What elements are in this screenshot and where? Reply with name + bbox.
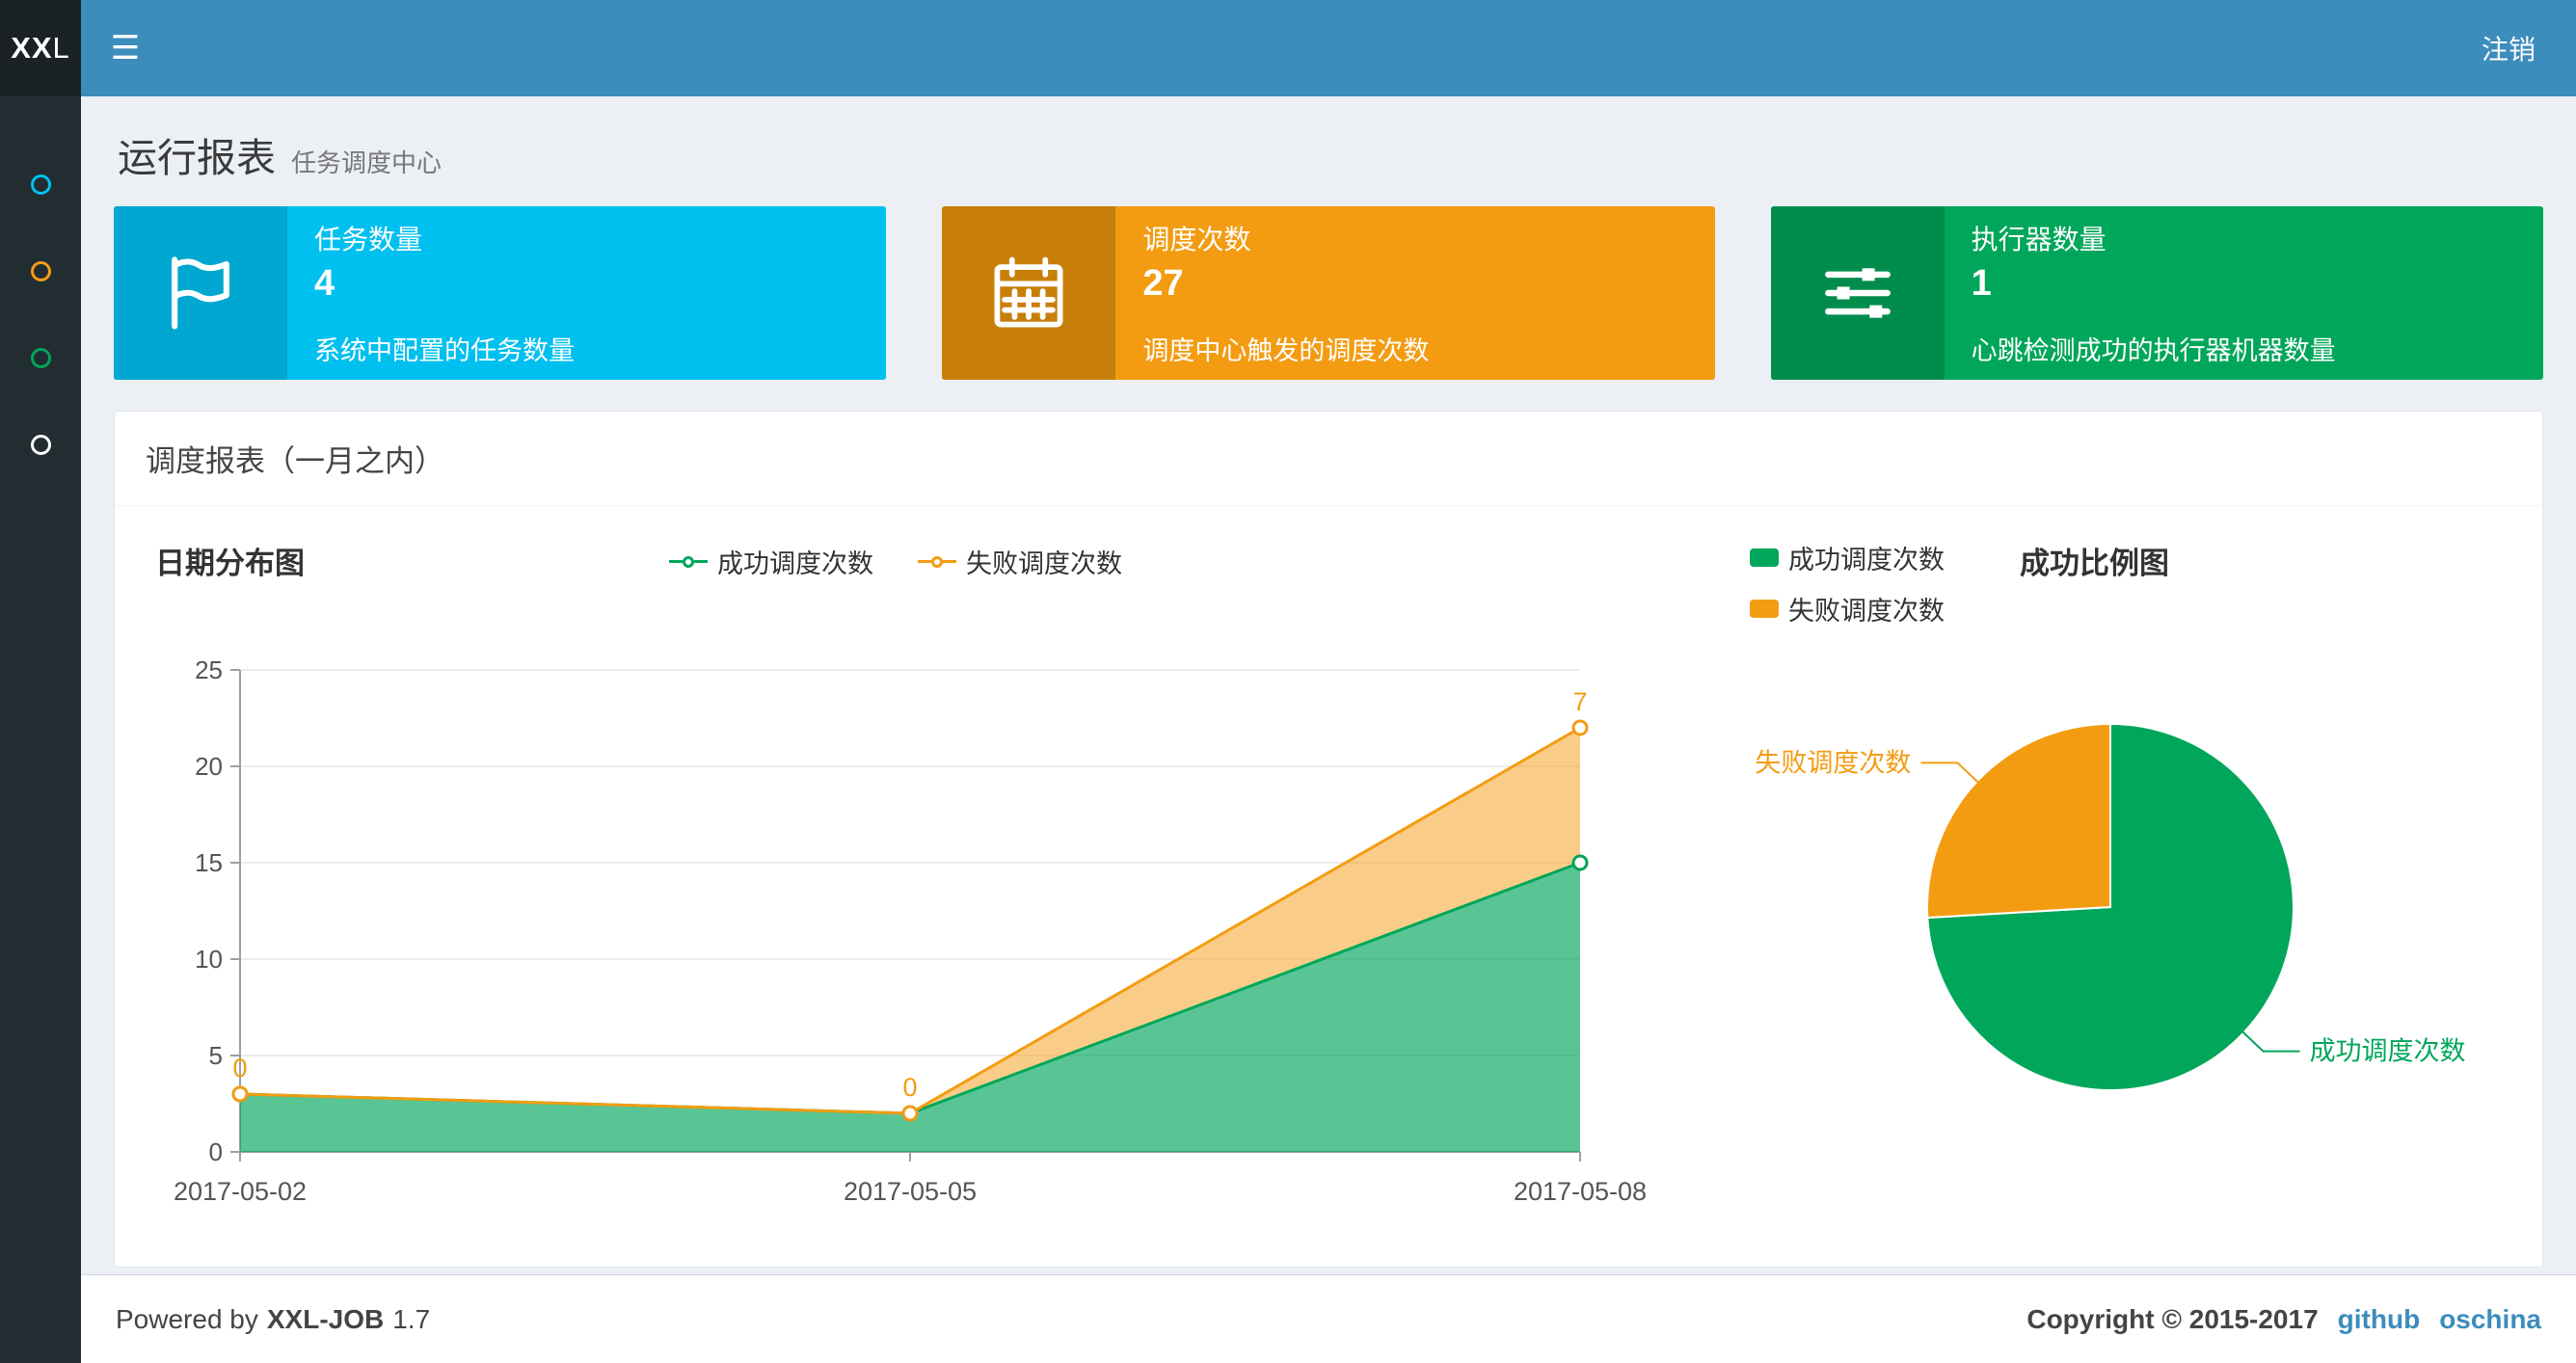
info-box-content: 调度次数 27 调度中心触发的调度次数 (1115, 206, 1714, 380)
info-box-content: 任务数量 4 系统中配置的任务数量 (287, 206, 886, 380)
panel-body: 日期分布图 成功调度次数 失败调度次数 0 5 10 15 20 25 2017… (115, 506, 2542, 1267)
circle-o-icon (30, 347, 51, 368)
page-subtitle: 任务调度中心 (291, 148, 443, 177)
sliders-icon (1770, 206, 1945, 380)
line-chart-legend: 成功调度次数 失败调度次数 (144, 543, 1648, 580)
legend-item-success[interactable]: 成功调度次数 (669, 543, 873, 580)
copyright-text: Copyright © 2015-2017 (2026, 1303, 2319, 1334)
logo-bold: XX (11, 31, 53, 65)
svg-text:10: 10 (195, 945, 223, 974)
powered-by: Powered by XXL-JOB 1.7 (116, 1304, 430, 1335)
line-chart-header: 日期分布图 成功调度次数 失败调度次数 (144, 531, 1648, 612)
legend-label: 成功调度次数 (717, 549, 873, 578)
info-box-value: 1 (1971, 263, 1992, 304)
copyright: Copyright © 2015-2017 github oschina (2026, 1304, 2541, 1335)
hamburger-icon: ☰ (110, 30, 141, 67)
swatch-icon (1750, 600, 1779, 618)
sidebar-item-4[interactable] (0, 401, 81, 488)
info-box-jobs: 任务数量 4 系统中配置的任务数量 (114, 206, 887, 380)
legend-label: 失败调度次数 (966, 549, 1122, 578)
info-box-value: 27 (1142, 263, 1184, 304)
date-distribution-chart: 日期分布图 成功调度次数 失败调度次数 0 5 10 15 20 25 2017… (144, 531, 1648, 1234)
logout-link[interactable]: 注销 (2441, 0, 2576, 96)
github-link[interactable]: github (2338, 1304, 2421, 1335)
sidebar-item-3[interactable] (0, 314, 81, 401)
top-navbar: XX L ☰ 注销 (0, 0, 2576, 96)
brand-name: XXL-JOB (266, 1303, 385, 1334)
info-box-row: 任务数量 4 系统中配置的任务数量 调度次数 27 调度中心触发的调度次数 执行… (114, 206, 2543, 380)
sidebar-item-2[interactable] (0, 227, 81, 314)
legend-label: 成功调度次数 (1788, 546, 1945, 575)
line-marker-icon (918, 555, 956, 568)
sidebar-item-1[interactable] (0, 141, 81, 227)
date-distribution-plot[interactable]: 05101520252017-05-02 2017-05-05 2017-05-08… (144, 612, 1648, 1229)
legend-item-fail[interactable]: 失败调度次数 (918, 543, 1122, 580)
pie-chart-header: 成功调度次数 失败调度次数 成功比例图 (1686, 531, 2513, 628)
svg-text:20: 20 (195, 752, 223, 781)
flag-icon (114, 206, 287, 380)
sidebar-toggle-button[interactable]: ☰ (81, 0, 170, 96)
info-box-label: 执行器数量 (1971, 225, 2106, 254)
info-box-executors: 执行器数量 1 心跳检测成功的执行器机器数量 (1770, 206, 2543, 380)
brand-version: 1.7 (392, 1303, 431, 1334)
info-box-label: 任务数量 (314, 225, 423, 254)
right-column: 运行报表 任务调度中心 任务数量 4 系统中配置的任务数量 调度次数 27 调度… (81, 96, 2576, 1363)
svg-text:0: 0 (902, 1073, 917, 1102)
svg-text:5: 5 (209, 1041, 223, 1070)
panel-title: 调度报表（一月之内） (115, 412, 2542, 506)
pie-chart-title: 成功比例图 (2020, 547, 2169, 580)
success-ratio-plot[interactable]: 成功调度次数 失败调度次数 (1686, 628, 2513, 1206)
legend-item-success[interactable]: 成功调度次数 (1750, 539, 1945, 576)
app-root: XX L ☰ 注销 运行报表 任务调度中心 任务数量 4 系统中配置的任务数量 … (0, 0, 2576, 1363)
page-title-text: 运行报表 (118, 136, 276, 180)
main-area: 运行报表 任务调度中心 任务数量 4 系统中配置的任务数量 调度次数 27 调度… (0, 96, 2576, 1363)
footer: Powered by XXL-JOB 1.7 Copyright © 2015-… (81, 1274, 2576, 1363)
content: 运行报表 任务调度中心 任务数量 4 系统中配置的任务数量 调度次数 27 调度… (81, 96, 2576, 1274)
circle-o-icon (30, 434, 51, 455)
svg-text:2017-05-05: 2017-05-05 (844, 1177, 977, 1206)
logo-rest: L (52, 31, 70, 65)
svg-text:2017-05-08: 2017-05-08 (1514, 1177, 1647, 1206)
content-header: 运行报表 任务调度中心 (114, 96, 2543, 206)
report-panel: 调度报表（一月之内） 日期分布图 成功调度次数 失败调度次数 0 5 10 15… (114, 411, 2543, 1268)
legend-item-fail[interactable]: 失败调度次数 (1750, 590, 1945, 628)
info-box-content: 执行器数量 1 心跳检测成功的执行器机器数量 (1945, 206, 2543, 380)
svg-text:成功调度次数: 成功调度次数 (2310, 1037, 2466, 1066)
circle-o-icon (30, 174, 51, 195)
line-marker-icon (669, 555, 708, 568)
powered-prefix: Powered by (116, 1303, 258, 1334)
success-ratio-chart: 成功调度次数 失败调度次数 成功比例图 成功调度次数 失败调度次数 (1648, 531, 2513, 1234)
oschina-link[interactable]: oschina (2439, 1304, 2541, 1335)
logo[interactable]: XX L (0, 0, 81, 96)
info-box-description: 系统中配置的任务数量 (314, 336, 575, 365)
svg-text:15: 15 (195, 848, 223, 877)
info-box-label: 调度次数 (1142, 225, 1251, 254)
svg-text:2017-05-02: 2017-05-02 (174, 1177, 307, 1206)
info-box-description: 心跳检测成功的执行器机器数量 (1971, 336, 2336, 365)
svg-text:失败调度次数: 失败调度次数 (1755, 748, 1911, 777)
calendar-icon (942, 206, 1116, 380)
svg-text:0: 0 (232, 1054, 247, 1082)
svg-text:7: 7 (1572, 687, 1587, 716)
info-box-value: 4 (314, 263, 335, 304)
info-box-triggers: 调度次数 27 调度中心触发的调度次数 (942, 206, 1715, 380)
svg-text:0: 0 (209, 1137, 223, 1166)
pie-chart-legend: 成功调度次数 失败调度次数 (1750, 539, 1945, 628)
svg-text:25: 25 (195, 655, 223, 684)
page-title: 运行报表 任务调度中心 (118, 125, 2539, 183)
swatch-icon (1750, 548, 1779, 567)
info-box-description: 调度中心触发的调度次数 (1142, 336, 1430, 365)
legend-label: 失败调度次数 (1788, 597, 1945, 626)
sidebar (0, 96, 81, 1363)
circle-o-icon (30, 260, 51, 281)
